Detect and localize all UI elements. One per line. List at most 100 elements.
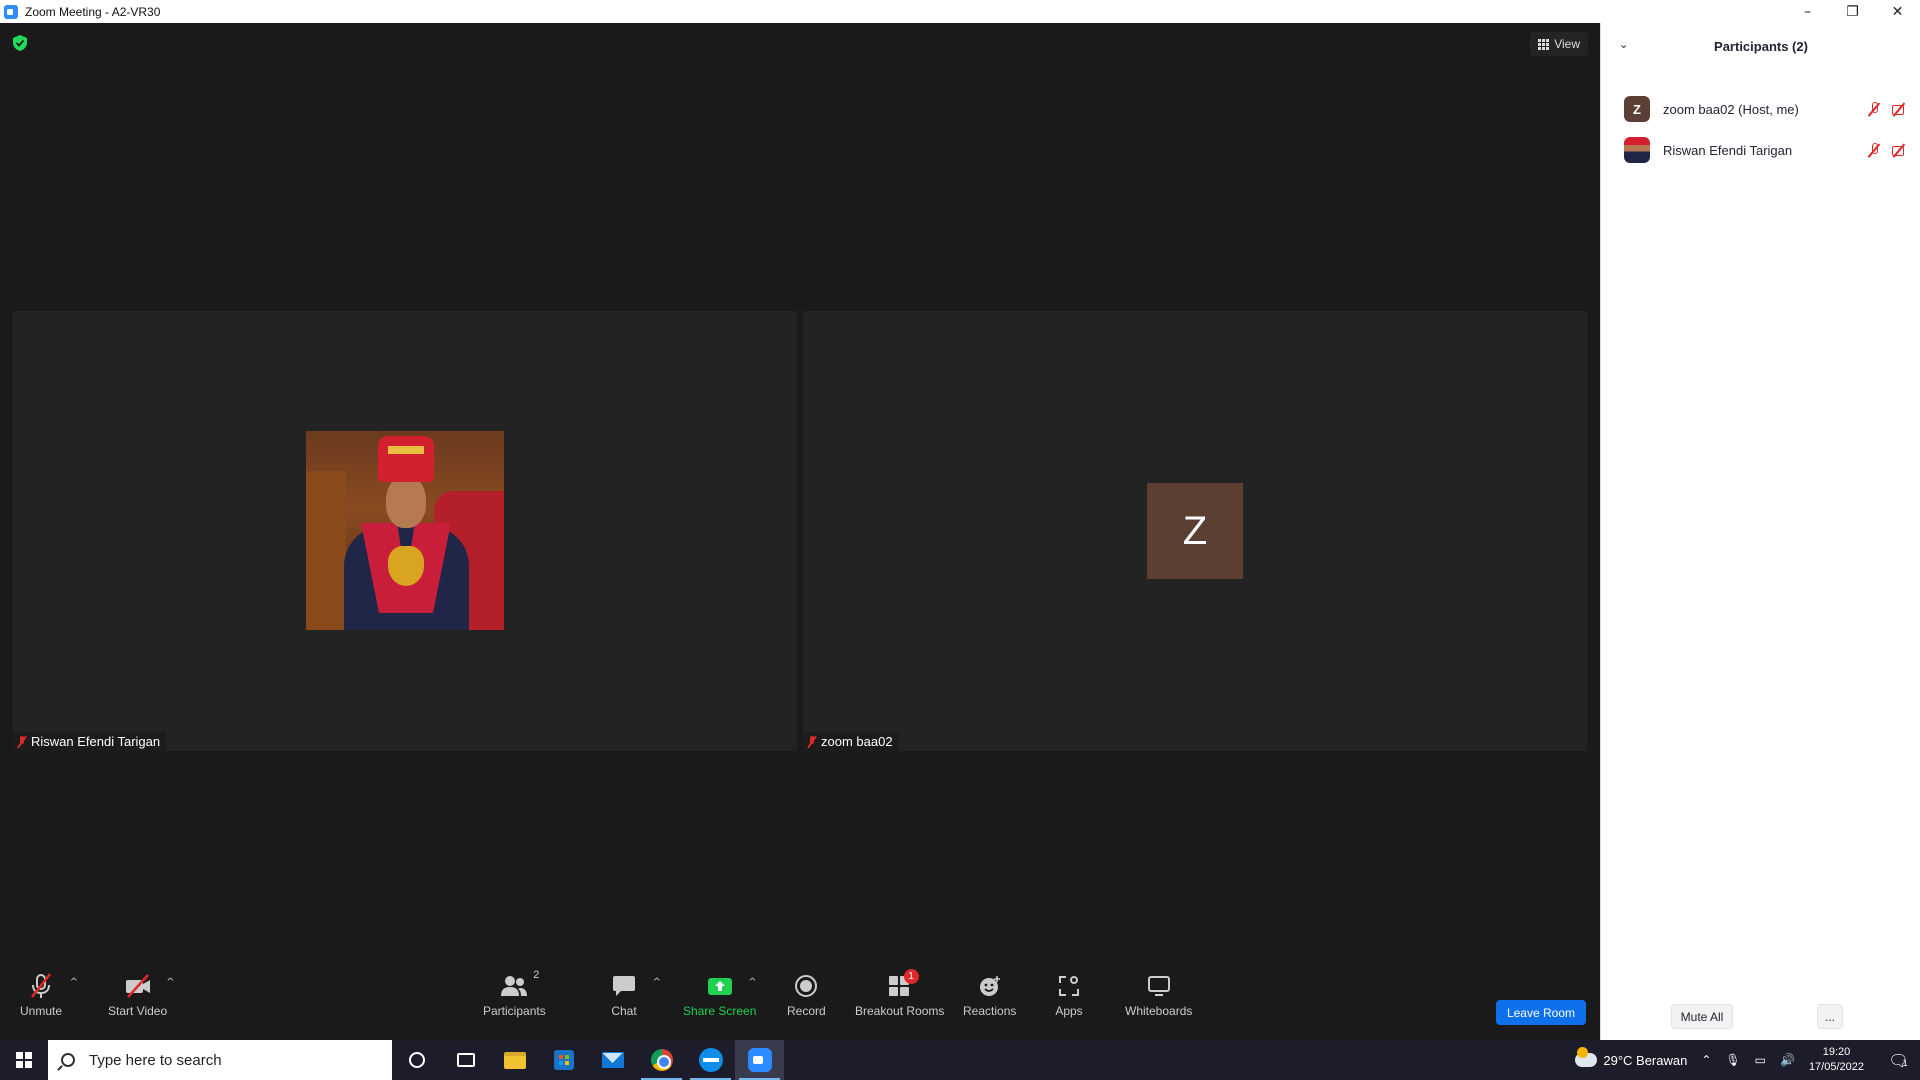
breakout-rooms-badge: 1 — [903, 969, 919, 984]
mute-all-button[interactable]: Mute All — [1671, 1004, 1733, 1029]
breakout-rooms-button[interactable]: 1 Breakout Rooms — [855, 969, 945, 1031]
participants-panel-header: ⌄ Participants (2) — [1601, 23, 1920, 69]
participant-status-icons — [1866, 102, 1907, 116]
start-button[interactable] — [0, 1040, 48, 1080]
mic-muted-icon — [807, 735, 817, 748]
share-screen-button[interactable]: ^ Share Screen — [683, 971, 757, 1031]
chat-options-caret[interactable]: ^ — [653, 977, 661, 988]
zoom-app-icon — [4, 4, 18, 19]
participant-name-tag: zoom baa02 — [803, 732, 899, 751]
notifications-button[interactable]: 🗨 1 — [1876, 1051, 1920, 1070]
breakout-rooms-label: Breakout Rooms — [855, 1004, 945, 1018]
start-video-label: Start Video — [108, 1004, 168, 1018]
participants-icon: 2 — [499, 969, 539, 1001]
cortana-button[interactable] — [392, 1040, 441, 1080]
participants-count: 2 — [533, 969, 540, 981]
task-view-icon — [456, 1053, 475, 1067]
file-explorer-button[interactable] — [490, 1040, 539, 1080]
whiteboard-icon — [1144, 971, 1174, 1001]
chat-bubble-icon: ^ — [609, 971, 661, 1001]
participants-button[interactable]: 2 Participants — [483, 969, 546, 1031]
chrome-button[interactable] — [637, 1040, 686, 1080]
microphone-icon[interactable]: 🎙 — [1725, 1053, 1740, 1067]
zoom-icon — [747, 1048, 772, 1072]
taskbar-search-box[interactable]: Type here to search — [48, 1040, 392, 1080]
video-tile-riswan[interactable]: Riswan Efendi Tarigan — [13, 311, 797, 751]
weather-text[interactable]: 29°C Berawan — [1603, 1053, 1687, 1068]
participant-name: Riswan Efendi Tarigan — [31, 734, 161, 749]
avatar: Z — [1147, 483, 1243, 579]
mic-muted-icon[interactable] — [1866, 102, 1882, 116]
meeting-toolbar: ^ Unmute ^ Start Video 2 Participants ^ … — [0, 963, 1600, 1040]
participants-label: Participants — [483, 1004, 546, 1018]
mail-icon — [601, 1052, 624, 1068]
mic-muted-icon[interactable] — [1866, 143, 1882, 157]
restore-button[interactable]: ❐ — [1830, 0, 1875, 23]
view-label: View — [1554, 37, 1580, 51]
participant-name: zoom baa02 — [821, 734, 893, 749]
window-controls: – ❐ ✕ — [1785, 0, 1920, 23]
windows-taskbar: Type here to search 29°C Berawan ⌃ 🎙 ▭ 🔊… — [0, 1040, 1920, 1080]
smiley-icon — [975, 971, 1005, 1001]
whiteboards-label: Whiteboards — [1125, 1004, 1193, 1018]
participant-profile-photo — [306, 431, 504, 630]
zoom-taskbar-button[interactable] — [735, 1040, 784, 1080]
share-screen-icon: ^ — [705, 971, 757, 1001]
chevron-up-icon[interactable]: ⌃ — [1701, 1053, 1711, 1067]
unmute-button[interactable]: ^ Unmute — [20, 971, 78, 1031]
whiteboards-button[interactable]: Whiteboards — [1125, 971, 1192, 1031]
share-options-caret[interactable]: ^ — [748, 977, 756, 988]
title-bar: Zoom Meeting - A2-VR30 – ❐ ✕ — [0, 0, 1920, 23]
minimize-button[interactable]: – — [1785, 0, 1830, 23]
participant-name-tag: Riswan Efendi Tarigan — [13, 732, 167, 751]
chevron-down-icon[interactable]: ⌄ — [1619, 38, 1628, 51]
microphone-muted-icon: ^ — [26, 971, 78, 1001]
video-off-icon: ^ — [123, 971, 175, 1001]
notification-count: 1 — [1902, 1058, 1908, 1068]
weather-cloud-icon[interactable] — [1575, 1047, 1598, 1067]
avatar — [1624, 137, 1650, 163]
clock-time: 19:20 — [1822, 1046, 1851, 1058]
video-off-icon[interactable] — [1891, 143, 1907, 157]
network-icon[interactable]: ▭ — [1755, 1053, 1766, 1067]
apps-icon — [1054, 971, 1084, 1001]
reactions-button[interactable]: Reactions — [963, 971, 1016, 1031]
breakout-rooms-icon: 1 — [885, 969, 919, 1001]
encryption-shield-icon[interactable] — [13, 35, 27, 51]
avatar: Z — [1624, 96, 1650, 122]
mail-button[interactable] — [588, 1040, 637, 1080]
microsoft-store-button[interactable] — [539, 1040, 588, 1080]
video-tile-zoom-baa02[interactable]: Z zoom baa02 — [803, 311, 1587, 751]
chat-label: Chat — [611, 1004, 637, 1018]
clock-date: 17/05/2022 — [1808, 1061, 1864, 1073]
participant-row[interactable]: Z zoom baa02 (Host, me) — [1601, 89, 1920, 129]
volume-icon[interactable]: 🔊 — [1780, 1053, 1795, 1067]
participant-row[interactable]: Riswan Efendi Tarigan — [1601, 130, 1920, 170]
view-button[interactable]: View — [1530, 32, 1588, 56]
chat-button[interactable]: ^ Chat — [609, 971, 661, 1031]
mic-muted-icon — [17, 735, 27, 748]
close-button[interactable]: ✕ — [1875, 0, 1920, 23]
teamviewer-icon — [698, 1048, 723, 1072]
audio-options-caret[interactable]: ^ — [70, 977, 78, 988]
video-off-icon[interactable] — [1891, 102, 1907, 116]
leave-room-button[interactable]: Leave Room — [1495, 1000, 1586, 1025]
participants-panel: ⌄ Participants (2) Z zoom baa02 (Host, m… — [1600, 23, 1920, 1040]
more-options-button[interactable]: ... — [1817, 1004, 1843, 1029]
apps-button[interactable]: Apps — [1054, 971, 1084, 1031]
video-options-caret[interactable]: ^ — [166, 977, 174, 988]
participant-status-icons — [1866, 143, 1907, 157]
apps-label: Apps — [1055, 1004, 1083, 1018]
chrome-icon — [650, 1049, 673, 1071]
panel-title: Participants (2) — [1714, 38, 1808, 54]
task-view-button[interactable] — [441, 1040, 490, 1080]
reactions-label: Reactions — [963, 1004, 1017, 1018]
record-button[interactable]: Record — [787, 971, 826, 1031]
window-title: Zoom Meeting - A2-VR30 — [25, 4, 161, 19]
teamviewer-button[interactable] — [686, 1040, 735, 1080]
taskbar-clock[interactable]: 19:20 17/05/2022 — [1809, 1045, 1864, 1075]
unmute-label: Unmute — [20, 1004, 63, 1018]
record-label: Record — [787, 1004, 826, 1018]
start-video-button[interactable]: ^ Start Video — [108, 971, 175, 1031]
search-icon — [61, 1053, 75, 1067]
